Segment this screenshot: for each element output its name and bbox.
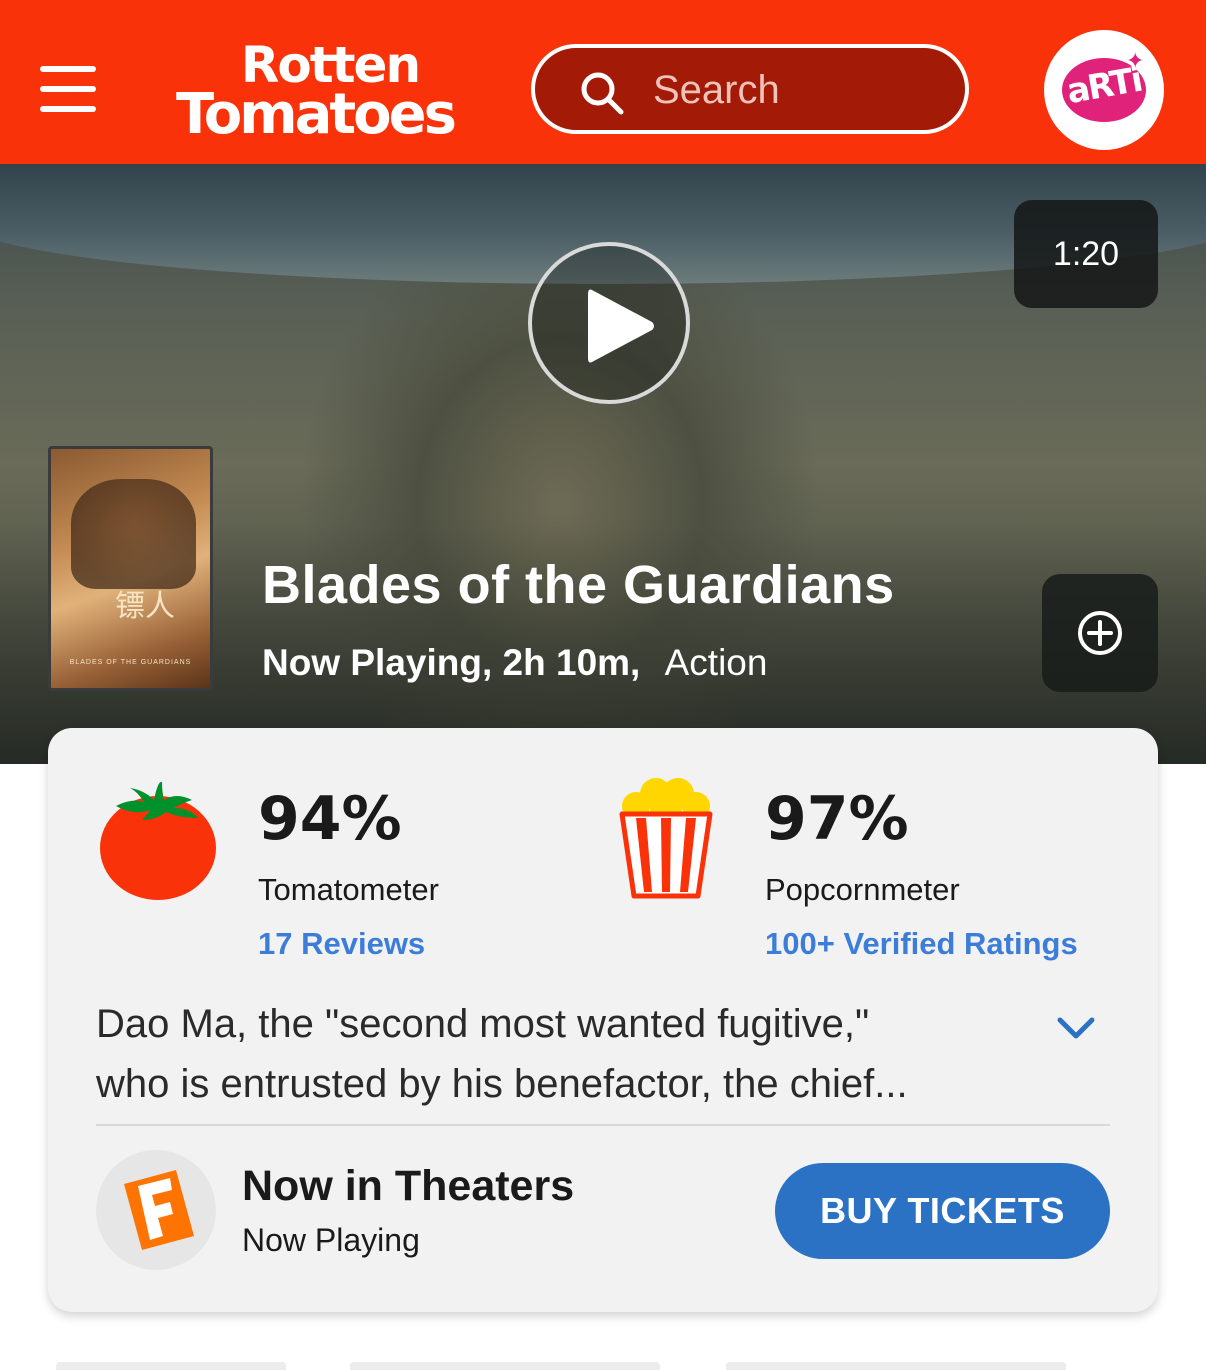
next-row-item (726, 1362, 1066, 1370)
genre: Action (664, 642, 768, 683)
expand-synopsis-button[interactable] (1052, 1004, 1100, 1052)
theaters-subtitle: Now Playing (242, 1222, 420, 1258)
hero-trailer[interactable]: 1:20 镖人 BLADES OF THE GUARDIANS Blades o… (0, 164, 1206, 764)
hamburger-menu-icon[interactable] (40, 66, 96, 112)
synopsis-text: Dao Ma, the "second most wanted fugitive… (96, 994, 1036, 1114)
search-bar[interactable] (531, 44, 969, 134)
runtime: 2h 10m, (502, 642, 641, 683)
card-divider (96, 1124, 1110, 1126)
score-card: 94% Tomatometer 17 Reviews 97% Popcornme… (48, 728, 1158, 1312)
fandango-icon (96, 1150, 216, 1270)
next-row-item (56, 1362, 286, 1370)
video-duration-badge: 1:20 (1014, 200, 1158, 308)
tomatometer-reviews-link[interactable]: 17 Reviews (258, 926, 425, 962)
synopsis-line-2: who is entrusted by his benefactor, the … (96, 1062, 908, 1106)
buy-tickets-button[interactable]: BUY TICKETS (775, 1163, 1110, 1259)
add-to-watchlist-button[interactable] (1042, 574, 1158, 692)
tomatometer-label: Tomatometer (258, 872, 439, 907)
movie-meta: Now Playing, 2h 10m, Action (262, 642, 767, 684)
next-row-item (350, 1362, 660, 1370)
user-avatar[interactable]: aRTi ✦ (1044, 30, 1164, 150)
plus-circle-icon (1078, 611, 1122, 655)
movie-title: Blades of the Guardians (262, 555, 895, 615)
movie-poster[interactable]: 镖人 BLADES OF THE GUARDIANS (48, 446, 213, 691)
poster-caption: BLADES OF THE GUARDIANS (69, 659, 192, 666)
tomato-icon (100, 781, 216, 900)
popcorn-icon (619, 778, 713, 899)
popcornmeter-score: 97% (765, 784, 909, 854)
poster-artwork (71, 479, 196, 589)
popcornmeter-ratings-link[interactable]: 100+ Verified Ratings (765, 926, 1078, 962)
synopsis-line-1: Dao Ma, the "second most wanted fugitive… (96, 1002, 870, 1046)
chevron-down-icon (1057, 1017, 1095, 1039)
search-icon (581, 72, 624, 115)
rotten-tomatoes-logo[interactable]: Rotten Tomatoes (150, 40, 480, 147)
tomatometer-score: 94% (258, 784, 402, 854)
top-nav-bar: Rotten Tomatoes aRTi ✦ (0, 0, 1206, 164)
theaters-title: Now in Theaters (242, 1162, 575, 1210)
release-status: Now Playing, (262, 642, 493, 683)
poster-chinese-title: 镖人 (115, 589, 175, 624)
play-icon (588, 289, 654, 363)
search-input[interactable] (651, 64, 941, 116)
logo-line-2: Tomatoes (176, 82, 457, 147)
sparkle-icon: ✦ (1126, 48, 1145, 73)
play-trailer-button[interactable] (528, 242, 690, 404)
popcornmeter-label: Popcornmeter (765, 872, 960, 907)
